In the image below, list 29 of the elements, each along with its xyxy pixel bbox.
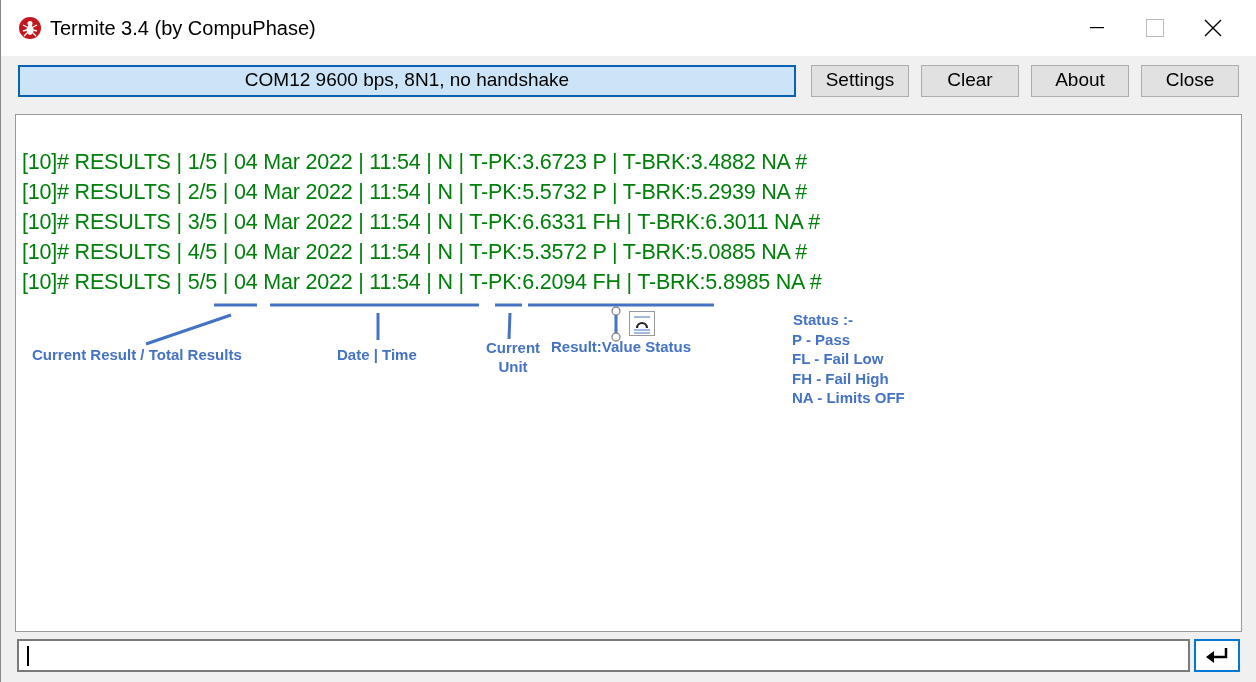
resize-handle-icon[interactable]	[611, 306, 621, 342]
terminal-line: [10]# RESULTS | 1/5 | 04 Mar 2022 | 11:54 | N | T-PK:3.6723 P | T-BRK:3.4882 NA #	[22, 149, 807, 176]
send-button[interactable]	[1194, 639, 1240, 672]
annotation-label: Result:Value Status	[551, 337, 692, 356]
underline	[214, 303, 257, 307]
toolbar-button[interactable]: About	[1031, 64, 1129, 97]
connection-status-bar: COM12 9600 bps, 8N1, no handshake	[18, 64, 796, 97]
status-legend-line: FL - Fail Low	[792, 349, 885, 369]
window-title: Termite 3.4 (by CompuPhase)	[50, 16, 316, 41]
terminal-line: [10]# RESULTS | 2/5 | 04 Mar 2022 | 11:54 | N | T-PK:5.5732 P | T-BRK:5.2939 NA #	[22, 179, 807, 206]
termite-logo-icon	[19, 17, 41, 39]
underline	[495, 303, 522, 307]
toolbar-button[interactable]: Settings	[811, 64, 909, 97]
terminal-line: [10]# RESULTS | 3/5 | 04 Mar 2022 | 11:54 | N | T-PK:6.6331 FH | T-BRK:6.3011 NA #	[22, 209, 820, 236]
status-legend-line: FH - Fail High	[792, 368, 890, 388]
leader-line	[376, 313, 380, 340]
layout-options-icon[interactable]	[629, 311, 655, 336]
terminal-line: [10]# RESULTS | 4/5 | 04 Mar 2022 | 11:54 | N | T-PK:5.3572 P | T-BRK:5.0885 NA #	[22, 239, 807, 266]
input-field[interactable]	[17, 639, 1191, 672]
annotation-label: Date | Time	[337, 345, 417, 364]
status-legend-line: NA - Limits OFF	[792, 388, 905, 408]
leader-line	[507, 312, 512, 340]
terminal-line: [10]# RESULTS | 5/5 | 04 Mar 2022 | 11:54 | N | T-PK:6.2094 FH | T-BRK:5.8985 NA #	[22, 269, 822, 296]
toolbar-button[interactable]: Clear	[921, 64, 1019, 97]
annotation-label: Current Result / Total Results	[32, 345, 242, 364]
toolbar-button[interactable]: Close	[1141, 64, 1239, 97]
status-legend-line: P - Pass	[792, 329, 852, 349]
status-legend-line: Status :-	[792, 310, 854, 330]
annotation-label: Current Unit	[484, 338, 542, 376]
